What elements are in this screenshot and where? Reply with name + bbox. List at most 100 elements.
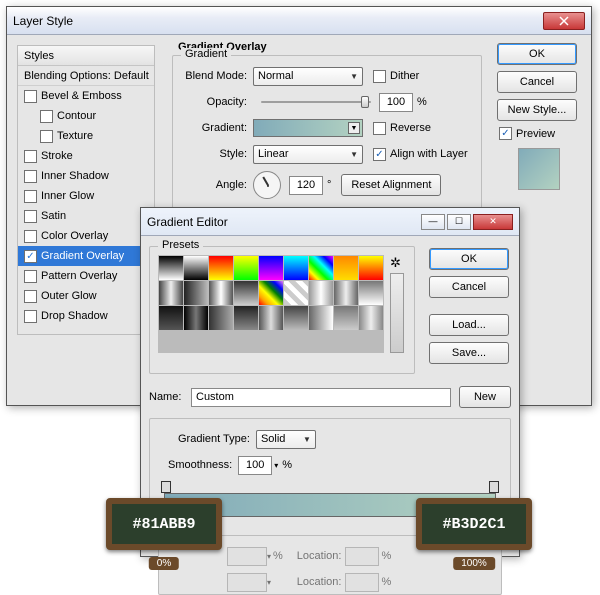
opacity-stop-left[interactable] — [161, 481, 171, 493]
style-checkbox[interactable] — [24, 270, 37, 283]
style-checkbox[interactable] — [24, 90, 37, 103]
style-checkbox[interactable] — [24, 170, 37, 183]
style-item[interactable]: Pattern Overlay — [18, 266, 154, 286]
name-label: Name: — [149, 391, 191, 403]
smoothness-input[interactable]: 100 — [238, 456, 272, 475]
style-item[interactable]: ✓Gradient Overlay — [18, 246, 154, 266]
style-select[interactable]: Linear▼ — [253, 145, 363, 164]
maximize-button[interactable]: ☐ — [447, 214, 471, 230]
preset-swatch[interactable] — [359, 281, 383, 305]
preset-swatch[interactable] — [234, 256, 258, 280]
style-checkbox[interactable] — [24, 190, 37, 203]
reset-alignment-button[interactable]: Reset Alignment — [341, 174, 441, 196]
layer-style-title: Layer Style — [13, 14, 543, 28]
new-button[interactable]: New — [459, 386, 511, 408]
style-item[interactable]: Texture — [18, 126, 154, 146]
layer-style-titlebar[interactable]: Layer Style — [7, 7, 591, 35]
preset-swatch[interactable] — [284, 281, 308, 305]
style-item[interactable]: Inner Shadow — [18, 166, 154, 186]
preset-swatch[interactable] — [159, 306, 183, 330]
angle-dial[interactable] — [253, 171, 281, 199]
preset-swatch[interactable] — [259, 256, 283, 280]
preset-swatch[interactable] — [359, 256, 383, 280]
chevron-down-icon: ▼ — [350, 72, 358, 81]
chevron-down-icon: ▼ — [303, 435, 311, 444]
name-input[interactable]: Custom — [191, 388, 451, 407]
preset-swatch[interactable] — [309, 256, 333, 280]
new-style-button[interactable]: New Style... — [497, 99, 577, 121]
preset-swatch[interactable] — [234, 306, 258, 330]
cancel-button[interactable]: Cancel — [429, 276, 509, 298]
angle-input[interactable]: 120 — [289, 176, 323, 195]
style-item[interactable]: Outer Glow — [18, 286, 154, 306]
gradient-picker[interactable]: ▼ — [253, 119, 363, 137]
style-checkbox[interactable] — [40, 130, 53, 143]
gradient-editor-title: Gradient Editor — [147, 215, 421, 229]
close-button[interactable]: ✕ — [473, 214, 513, 230]
preset-swatch[interactable] — [159, 281, 183, 305]
style-checkbox[interactable]: ✓ — [24, 250, 37, 263]
gradient-editor-titlebar[interactable]: Gradient Editor — ☐ ✕ — [141, 208, 519, 236]
style-item[interactable]: Satin — [18, 206, 154, 226]
gear-icon[interactable]: ✲ — [390, 255, 404, 271]
dither-label: Dither — [390, 70, 419, 82]
ok-button[interactable]: OK — [497, 43, 577, 65]
annotation-left: #81ABB9 0% — [106, 498, 222, 560]
blend-mode-select[interactable]: Normal▼ — [253, 67, 363, 86]
gradient-type-select[interactable]: Solid▼ — [256, 430, 316, 449]
preset-swatch[interactable] — [334, 306, 358, 330]
style-item[interactable]: Stroke — [18, 146, 154, 166]
preset-grid[interactable] — [158, 255, 384, 353]
preview-checkbox[interactable]: ✓ — [499, 127, 512, 140]
panel-subtitle: Gradient — [181, 48, 231, 60]
preset-swatch[interactable] — [209, 306, 233, 330]
opacity-label: Opacity: — [181, 96, 253, 108]
scrollbar[interactable] — [390, 273, 404, 353]
preset-swatch[interactable] — [209, 256, 233, 280]
style-checkbox[interactable] — [24, 150, 37, 163]
preset-swatch[interactable] — [259, 281, 283, 305]
smoothness-label: Smoothness: — [168, 459, 232, 471]
style-item[interactable]: Bevel & Emboss — [18, 86, 154, 106]
style-checkbox[interactable] — [24, 290, 37, 303]
style-item[interactable]: Drop Shadow — [18, 306, 154, 326]
opacity-stop-right[interactable] — [489, 481, 499, 493]
align-label: Align with Layer — [390, 148, 468, 160]
preset-swatch[interactable] — [334, 281, 358, 305]
preset-swatch[interactable] — [234, 281, 258, 305]
style-item[interactable]: Inner Glow — [18, 186, 154, 206]
preset-swatch[interactable] — [284, 306, 308, 330]
style-item[interactable]: Contour — [18, 106, 154, 126]
opacity-slider[interactable] — [261, 93, 371, 111]
style-checkbox[interactable] — [24, 310, 37, 323]
reverse-checkbox[interactable] — [373, 122, 386, 135]
load-button[interactable]: Load... — [429, 314, 509, 336]
style-checkbox[interactable] — [24, 210, 37, 223]
preset-swatch[interactable] — [209, 281, 233, 305]
style-item[interactable]: Color Overlay — [18, 226, 154, 246]
gradient-type-label: Gradient Type: — [178, 433, 250, 445]
chevron-down-icon[interactable]: ▾ — [274, 461, 278, 470]
blending-options-item[interactable]: Blending Options: Default — [18, 66, 154, 86]
preset-swatch[interactable] — [309, 281, 333, 305]
cancel-button[interactable]: Cancel — [497, 71, 577, 93]
preset-swatch[interactable] — [309, 306, 333, 330]
preset-swatch[interactable] — [284, 256, 308, 280]
preset-swatch[interactable] — [259, 306, 283, 330]
preset-swatch[interactable] — [359, 306, 383, 330]
dither-checkbox[interactable] — [373, 70, 386, 83]
style-checkbox[interactable] — [24, 230, 37, 243]
preset-swatch[interactable] — [184, 281, 208, 305]
styles-header: Styles — [18, 46, 154, 66]
preset-swatch[interactable] — [159, 256, 183, 280]
preset-swatch[interactable] — [334, 256, 358, 280]
align-checkbox[interactable]: ✓ — [373, 148, 386, 161]
preset-swatch[interactable] — [184, 256, 208, 280]
preset-swatch[interactable] — [184, 306, 208, 330]
minimize-button[interactable]: — — [421, 214, 445, 230]
save-button[interactable]: Save... — [429, 342, 509, 364]
close-button[interactable] — [543, 12, 585, 30]
opacity-input[interactable]: 100 — [379, 93, 413, 112]
ok-button[interactable]: OK — [429, 248, 509, 270]
style-checkbox[interactable] — [40, 110, 53, 123]
